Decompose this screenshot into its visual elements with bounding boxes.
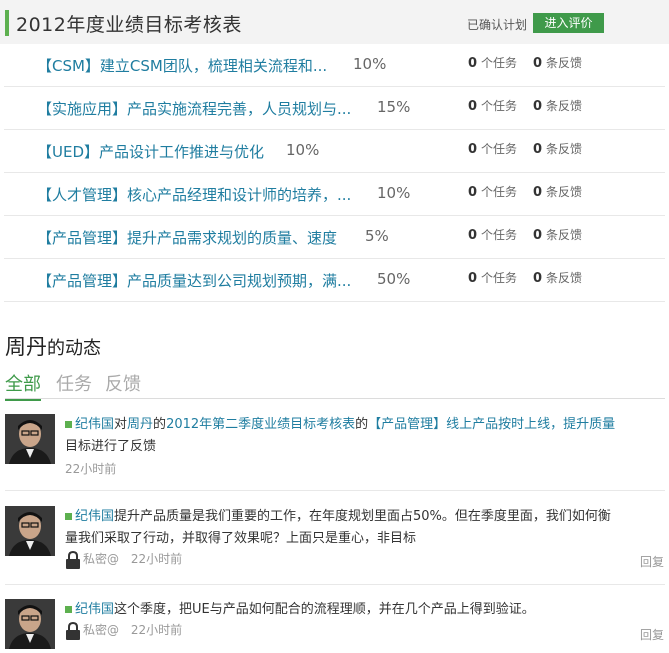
feed-text: 对 (114, 417, 128, 432)
header-accent-bar (5, 10, 9, 36)
activity-heading-suffix: 的动态 (47, 338, 101, 359)
goal-row: 【产品管理】产品质量达到公司规划预期，满... 50% 0 个任务 0 条反馈 (4, 259, 665, 302)
lock-icon (66, 550, 80, 569)
feed-content: 纪伟国这个季度，把UE与产品如何配合的流程理顺，并在几个产品上得到验证。 (65, 599, 663, 621)
avatar[interactable] (5, 506, 55, 556)
goal-link[interactable]: 【实施应用】产品实施流程完善，人员规划与... (37, 98, 351, 119)
goal-percent: 10% (286, 141, 320, 159)
feed-text: 这个季度，把UE与产品如何配合的流程理顺，并在几个产品上得到验证。 (114, 602, 535, 617)
goal-task-count[interactable]: 0 个任务 (468, 140, 517, 157)
goal-task-count[interactable]: 0 个任务 (468, 269, 517, 286)
goal-row: 【UED】产品设计工作推进与优化 10% 0 个任务 0 条反馈 (4, 130, 665, 173)
privacy-label[interactable]: 私密@ (83, 623, 119, 637)
goal-percent: 10% (377, 184, 411, 202)
feed-content: 纪伟国对周丹的2012年第二季度业绩目标考核表的【产品管理】线上产品按时上线，提… (65, 414, 663, 458)
goal-link[interactable]: 【人才管理】核心产品经理和设计师的培养，... (37, 184, 351, 205)
goal-link[interactable]: 【CSM】建立CSM团队，梳理相关流程和... (37, 55, 327, 76)
feed-timestamp: 22小时前 (130, 623, 183, 637)
divider (5, 490, 665, 491)
feed-text: 目标进行了反馈 (65, 439, 157, 454)
privacy-label[interactable]: 私密@ (83, 552, 119, 566)
user-link[interactable]: 周丹 (127, 417, 153, 432)
goal-feedback-count[interactable]: 0 条反馈 (533, 97, 582, 114)
bullet-icon (65, 421, 72, 428)
goal-feedback-count[interactable]: 0 条反馈 (533, 140, 582, 157)
feed-text: 的 (153, 417, 167, 432)
feed-timestamp: 22小时前 (65, 462, 117, 476)
lock-icon (66, 621, 80, 640)
goal-link[interactable]: 【UED】产品设计工作推进与优化 (37, 141, 264, 162)
bullet-icon (65, 513, 72, 520)
feed-text: 提升产品质量是我们重要的工作，在年度规划里面占50%。但在季度里面，我们如何衡 (114, 509, 611, 524)
goal-task-count[interactable]: 0 个任务 (468, 97, 517, 114)
goal-percent: 10% (353, 55, 387, 73)
goal-row: 【CSM】建立CSM团队，梳理相关流程和... 10% 0 个任务 0 条反馈 (4, 44, 665, 87)
goal-link[interactable]: 【产品管理】提升产品需求规划的质量、速度 (37, 227, 337, 248)
bullet-icon (65, 606, 72, 613)
feed-text: 量我们采取了行动，并取得了效果呢？上面只是重心，非目标 (65, 531, 417, 546)
feed-meta: 私密@ 22小时前 (65, 550, 182, 569)
activity-user-name[interactable]: 周丹 (5, 335, 47, 359)
goal-link[interactable]: 【产品管理】产品质量达到公司规划预期，满... (37, 270, 351, 291)
feed-meta: 私密@ 22小时前 (65, 621, 182, 640)
goal-row: 【人才管理】核心产品经理和设计师的培养，... 10% 0 个任务 0 条反馈 (4, 173, 665, 216)
avatar[interactable] (5, 414, 55, 464)
goal-list: 【CSM】建立CSM团队，梳理相关流程和... 10% 0 个任务 0 条反馈 【实… (4, 44, 665, 302)
author-link[interactable]: 纪伟国 (75, 417, 114, 432)
feed-content: 纪伟国提升产品质量是我们重要的工作，在年度规划里面占50%。但在季度里面，我们如… (65, 506, 663, 550)
feed-text: 的 (355, 417, 369, 432)
goal-feedback-count[interactable]: 0 条反馈 (533, 54, 582, 71)
plan-link[interactable]: 2012年第二季度业绩目标考核表 (166, 417, 355, 432)
reply-link[interactable]: 回复 (640, 626, 664, 643)
goal-row: 【产品管理】提升产品需求规划的质量、速度 5% 0 个任务 0 条反馈 (4, 216, 665, 259)
goal-percent: 15% (377, 98, 411, 116)
feed-timestamp: 22小时前 (130, 552, 183, 566)
plan-status: 已确认计划 (467, 18, 528, 32)
tab-feedback[interactable]: 反馈 (105, 370, 141, 399)
goal-link[interactable]: 【产品管理】线上产品按时上线，提升质量 (368, 417, 615, 432)
author-link[interactable]: 纪伟国 (75, 602, 114, 617)
enter-evaluation-button[interactable]: 进入评价 (533, 13, 604, 33)
goal-percent: 50% (377, 270, 411, 288)
goal-task-count[interactable]: 0 个任务 (468, 54, 517, 71)
goal-feedback-count[interactable]: 0 条反馈 (533, 269, 582, 286)
goal-feedback-count[interactable]: 0 条反馈 (533, 226, 582, 243)
goal-row: 【实施应用】产品实施流程完善，人员规划与... 15% 0 个任务 0 条反馈 (4, 87, 665, 130)
goal-feedback-count[interactable]: 0 条反馈 (533, 183, 582, 200)
reply-link[interactable]: 回复 (640, 553, 664, 570)
goal-percent: 5% (365, 227, 389, 245)
avatar[interactable] (5, 599, 55, 649)
tab-tasks[interactable]: 任务 (56, 370, 92, 399)
goal-task-count[interactable]: 0 个任务 (468, 226, 517, 243)
page-title: 2012年度业绩目标考核表 (16, 14, 242, 36)
activity-heading: 周丹的动态 (5, 331, 101, 361)
tab-all[interactable]: 全部 (5, 370, 41, 401)
author-link[interactable]: 纪伟国 (75, 509, 114, 524)
divider (5, 584, 665, 585)
plan-header: 2012年度业绩目标考核表 已确认计划 进入评价 (0, 0, 669, 44)
activity-tabs: 全部 任务 反馈 (5, 370, 665, 401)
goal-task-count[interactable]: 0 个任务 (468, 183, 517, 200)
